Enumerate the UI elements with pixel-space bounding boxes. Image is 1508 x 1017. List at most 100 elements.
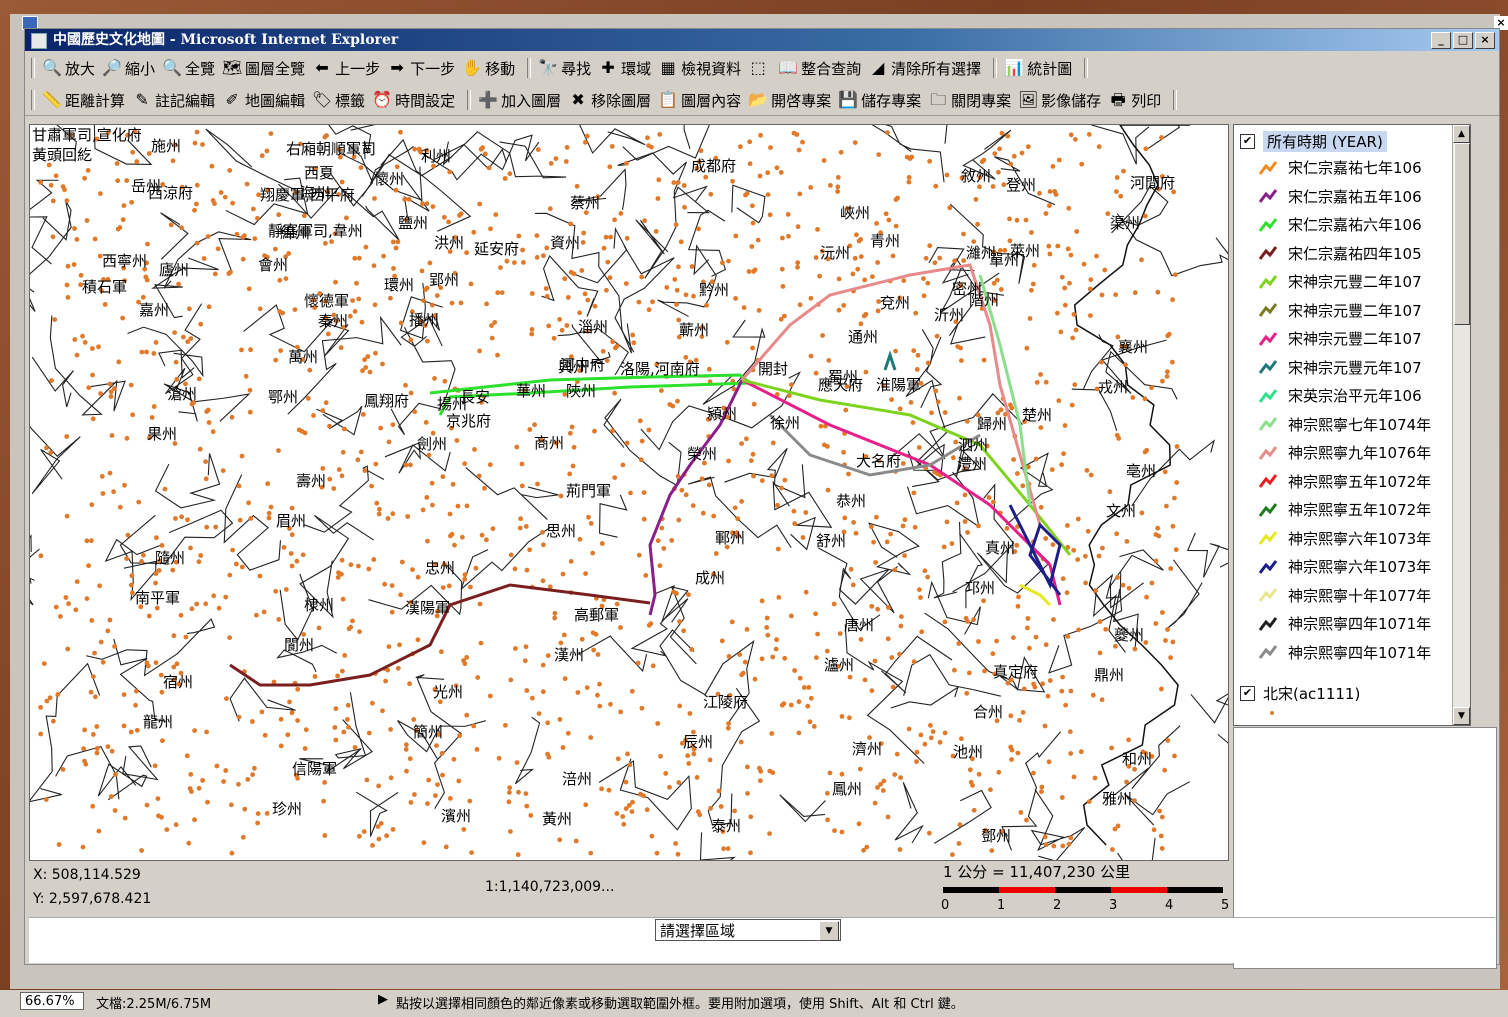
inspect-data-button[interactable]: ▦ 檢視資料 bbox=[657, 58, 742, 79]
legend-item[interactable]: 宋神宗元豐二年107 bbox=[1258, 271, 1422, 292]
place-label: 戎州 bbox=[1098, 378, 1129, 396]
open-project-button[interactable]: 📂 開啓專案 bbox=[747, 90, 831, 111]
legend-item[interactable]: 神宗熙寧六年1073年 bbox=[1258, 556, 1431, 577]
inspect-data-label: 檢視資料 bbox=[681, 59, 742, 78]
remove-layer-button[interactable]: ✖ 移除圖層 bbox=[567, 90, 651, 111]
route-line-icon bbox=[1258, 246, 1278, 260]
legend-item[interactable]: 宋英宗治平元年106 bbox=[1258, 385, 1422, 406]
ie-logo-icon bbox=[31, 33, 47, 49]
legend-item[interactable]: 宋神宗元豐元年107 bbox=[1258, 357, 1422, 378]
previous-step-button[interactable]: ⬅ 上一步 bbox=[311, 58, 380, 79]
map-view[interactable]: 甘肅軍司,宣化府 黃頭回紇 右廂朝順軍司 西夏 懷州 西涼府 翔慶軍,西平府 登州 靜塞軍司,韋… bbox=[29, 124, 1229, 861]
route-line-icon bbox=[1258, 217, 1278, 232]
place-label: 光州 bbox=[433, 683, 464, 701]
minimize-button[interactable]: _ bbox=[1431, 32, 1451, 49]
map-canvas[interactable] bbox=[30, 125, 1228, 860]
place-label: 西寧州 bbox=[102, 252, 148, 270]
place-label: 濱州 bbox=[441, 807, 472, 825]
time-setting-button[interactable]: ⏰ 時間設定 bbox=[371, 90, 455, 111]
checkbox-northern-song[interactable]: ✔ bbox=[1240, 686, 1255, 701]
next-step-button[interactable]: ➡ 下一步 bbox=[386, 58, 455, 79]
add-layer-button[interactable]: ➕ 加入圖層 bbox=[477, 90, 561, 111]
annotation-edit-icon: ✎ bbox=[135, 90, 149, 109]
distance-button[interactable]: 📏 距離計算 bbox=[41, 90, 125, 111]
layer-content-button[interactable]: 📋 圖層內容 bbox=[657, 90, 741, 111]
map-edit-button[interactable]: ✐ 地圖編輯 bbox=[221, 90, 305, 111]
legend-item[interactable]: 神宗熙寧九年1076年 bbox=[1258, 442, 1431, 463]
legend-item[interactable]: 神宗熙寧五年1072年 bbox=[1258, 471, 1431, 492]
zoom-level[interactable]: 66.67% bbox=[20, 992, 84, 1010]
annotation-edit-button[interactable]: ✎ 註記編輯 bbox=[131, 90, 215, 111]
legend-item[interactable]: 神宗熙寧七年1074年 bbox=[1258, 414, 1431, 435]
place-label: 鼎州 bbox=[1094, 666, 1125, 684]
legend-item[interactable]: 神宗熙寧六年1073年 bbox=[1258, 528, 1431, 549]
statistics-chart-button[interactable]: 📊 統計圖 bbox=[1003, 58, 1072, 79]
find-button[interactable]: 🔭 尋找 bbox=[537, 58, 591, 79]
legend-item[interactable]: 宋仁宗嘉祐七年106 bbox=[1258, 157, 1422, 178]
place-label: 延安府 bbox=[474, 240, 520, 258]
legend-item[interactable]: 神宗熙寧十年1077年 bbox=[1258, 585, 1431, 606]
close-project-button[interactable]: 🗀 關閉專案 bbox=[927, 90, 1011, 111]
toolbar-grip bbox=[31, 58, 35, 78]
scale-tick-label: 4 bbox=[1165, 898, 1174, 913]
place-label: 秦州 bbox=[318, 312, 349, 330]
clear-selection-button[interactable]: ◢ 清除所有選擇 bbox=[867, 58, 981, 79]
label-button[interactable]: 🏷 標籤 bbox=[311, 90, 365, 111]
legend-item-label: 宋神宗元豐二年107 bbox=[1288, 330, 1422, 348]
statistics-chart-icon: 📊 bbox=[1004, 58, 1025, 77]
legend-scrollbar[interactable]: ▲ ▼ bbox=[1452, 125, 1470, 725]
legend-item[interactable]: 神宗熙寧四年1071年 bbox=[1258, 613, 1431, 634]
place-label: 利州 bbox=[421, 147, 452, 165]
print-button[interactable]: 🖶 列印 bbox=[1107, 90, 1162, 111]
scroll-up-icon[interactable]: ▲ bbox=[1453, 125, 1470, 143]
place-label: 沂州 bbox=[934, 306, 965, 324]
checkbox-periods[interactable]: ✔ bbox=[1240, 134, 1255, 149]
place-label: 蔡州 bbox=[570, 194, 601, 212]
route-line-icon bbox=[1258, 160, 1278, 175]
integrated-query-button[interactable]: 📖 整合查詢 bbox=[777, 58, 861, 79]
window-title: 中國歷史文化地圖 - Microsoft Internet Explorer bbox=[53, 32, 399, 48]
legend-item[interactable]: 神宗熙寧五年1072年 bbox=[1258, 499, 1431, 520]
place-label: 邛州 bbox=[965, 579, 996, 597]
chevron-down-icon[interactable]: ▼ bbox=[819, 921, 839, 941]
layer-full-view-button[interactable]: 🗺 圖層全覽 bbox=[221, 58, 305, 79]
place-label: 泗州 bbox=[958, 436, 989, 454]
scroll-thumb[interactable] bbox=[1454, 143, 1470, 325]
previous-step-icon: ⬅ bbox=[315, 58, 329, 77]
buffer-button[interactable]: ✚ 環域 bbox=[597, 58, 651, 79]
clear-selection-label: 清除所有選擇 bbox=[891, 59, 982, 78]
place-label: 登州 bbox=[1006, 176, 1037, 194]
legend-item[interactable]: 神宗熙寧四年1071年 bbox=[1258, 642, 1431, 663]
legend-item[interactable]: 宋神宗元豐二年107 bbox=[1258, 300, 1422, 321]
legend-group-periods[interactable]: ✔ 所有時期 (YEAR) bbox=[1240, 131, 1387, 152]
legend-item[interactable]: 宋仁宗嘉祐六年106 bbox=[1258, 214, 1422, 235]
doc-info: 文檔:2.25M/6.75M bbox=[96, 997, 212, 1012]
tools-toolbar: 📏 距離計算 ✎ 註記編輯 ✐ 地圖編輯 🏷 標籤 ⏰ 時間設定 ➕ 加入圖層 ✖ 移除圖層 📋 圖層內容 📂 開… bbox=[25, 85, 1499, 116]
legend-panel: ✔ 所有時期 (YEAR) 宋仁宗嘉祐七年106 宋仁宗嘉祐五年106 宋仁宗嘉祐六… bbox=[1233, 124, 1471, 726]
place-label: 會州 bbox=[258, 256, 289, 274]
zoom-out-button[interactable]: 🔎 縮小 bbox=[101, 58, 155, 79]
toolbar-separator bbox=[467, 90, 472, 110]
place-label: 通州 bbox=[848, 328, 879, 346]
legend-item[interactable]: 宋仁宗嘉祐四年105 bbox=[1258, 243, 1422, 264]
close-button[interactable]: × bbox=[1475, 32, 1495, 49]
select-tools-icon: ⬚ bbox=[750, 58, 766, 77]
legend-item-label: 宋仁宗嘉祐四年105 bbox=[1288, 244, 1422, 263]
route-line-icon bbox=[1258, 445, 1278, 460]
legend-item[interactable]: 宋神宗元豐二年107 bbox=[1258, 328, 1422, 349]
map-edit-icon: ✐ bbox=[225, 90, 239, 109]
play-arrow-icon[interactable]: ▶ bbox=[378, 992, 388, 1007]
place-label: 壽州 bbox=[296, 472, 327, 490]
pan-button[interactable]: ✋ 移動 bbox=[461, 58, 515, 79]
full-view-button[interactable]: 🔍 全覽 bbox=[161, 58, 215, 79]
maximize-button[interactable]: □ bbox=[1453, 32, 1473, 49]
scroll-down-icon[interactable]: ▼ bbox=[1453, 707, 1470, 725]
legend-group-northern-song[interactable]: ✔ 北宋(ac1111) bbox=[1240, 683, 1360, 704]
zoom-in-button[interactable]: 🔍 放大 bbox=[41, 58, 95, 79]
legend-item[interactable]: 宋仁宗嘉祐五年106 bbox=[1258, 186, 1422, 207]
save-project-button[interactable]: 💾 儲存專案 bbox=[837, 90, 921, 111]
legend-item-label: 宋仁宗嘉祐六年106 bbox=[1288, 216, 1422, 234]
region-select[interactable]: 請選擇區域 ▼ bbox=[655, 919, 841, 941]
select-tools-button[interactable]: ⬚ bbox=[747, 58, 771, 78]
save-image-button[interactable]: 🖼 影像儲存 bbox=[1017, 90, 1101, 111]
